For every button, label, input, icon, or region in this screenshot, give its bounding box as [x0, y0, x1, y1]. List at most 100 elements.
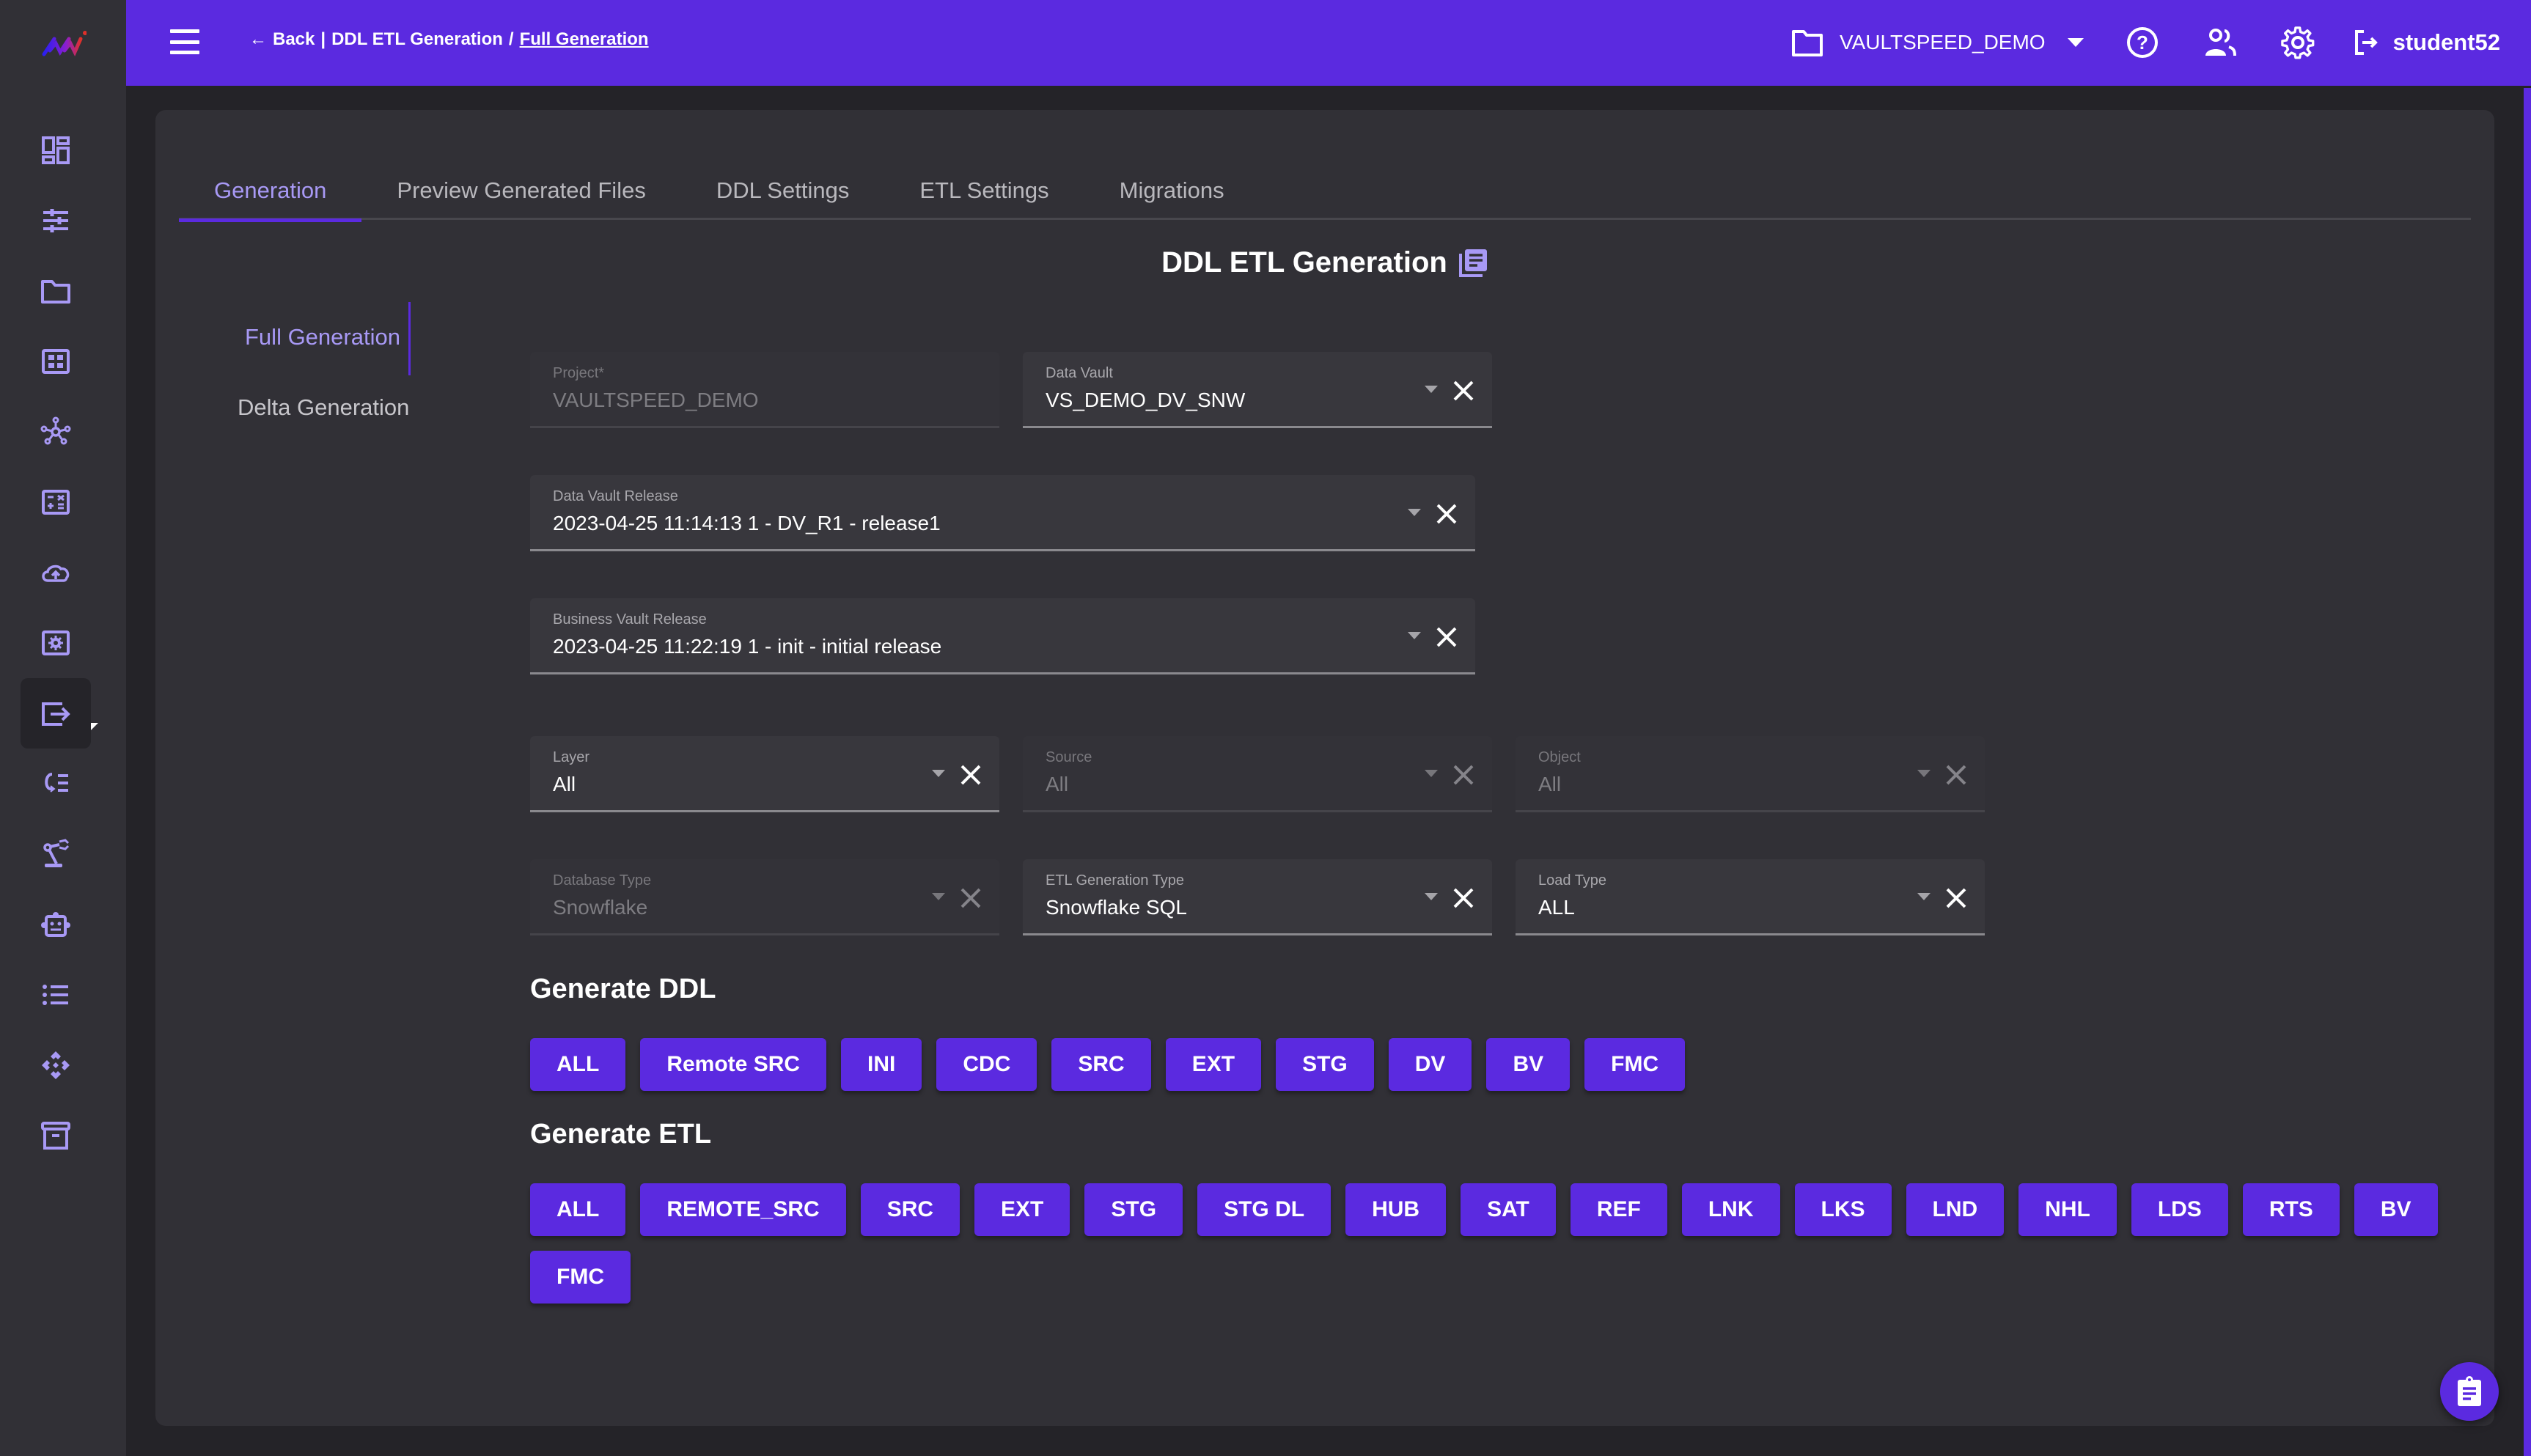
sidebar-nav: [0, 86, 126, 1456]
generate-ddl-fmc-button[interactable]: FMC: [1584, 1038, 1686, 1091]
layer-select[interactable]: Layer All: [530, 736, 999, 812]
sidebar-item-tune[interactable]: [21, 185, 91, 256]
data-vault-select[interactable]: Data Vault VS_DEMO_DV_SNW: [1023, 352, 1492, 428]
business-vault-release-select[interactable]: Business Vault Release 2023-04-25 11:22:…: [530, 598, 1475, 674]
tab-ddl-settings[interactable]: DDL Settings: [681, 161, 885, 220]
subnav-full-generation[interactable]: Full Generation: [245, 324, 400, 350]
generate-ddl-ini-button[interactable]: INI: [841, 1038, 922, 1091]
back-link[interactable]: ← Back: [249, 29, 315, 50]
subnav-delta-generation[interactable]: Delta Generation: [238, 394, 409, 421]
chevron-down-icon[interactable]: [1425, 893, 1438, 900]
generate-etl-stg-button[interactable]: STG: [1084, 1183, 1183, 1236]
generate-etl-ext-button[interactable]: EXT: [974, 1183, 1070, 1236]
generate-ddl-all-button[interactable]: ALL: [530, 1038, 626, 1091]
generate-etl-lds-button[interactable]: LDS: [2131, 1183, 2228, 1236]
generate-etl-src-button[interactable]: SRC: [860, 1183, 960, 1236]
clear-source-button: [1451, 762, 1476, 787]
tab-generation[interactable]: Generation: [179, 161, 362, 222]
vertical-scrollbar[interactable]: [2524, 88, 2531, 1456]
chevron-down-icon[interactable]: [1408, 509, 1421, 516]
sidebar-item-agents[interactable]: [21, 889, 91, 960]
sidebar-item-list[interactable]: [21, 960, 91, 1030]
sidebar-item-automation[interactable]: [21, 819, 91, 889]
generate-etl-nhl-button[interactable]: NHL: [2018, 1183, 2117, 1236]
sidebar-item-dashboard[interactable]: [21, 115, 91, 185]
subnav-active-indicator: [408, 302, 411, 375]
generate-etl-ref-button[interactable]: REF: [1570, 1183, 1667, 1236]
generate-etl-all-button[interactable]: ALL: [530, 1183, 626, 1236]
clear-etl-generation-type-button[interactable]: [1451, 886, 1476, 911]
calculator-icon: [42, 490, 70, 515]
sidebar-item-upload[interactable]: [21, 537, 91, 608]
generate-ddl-title: Generate DDL: [530, 974, 716, 1004]
sidebar-item-ddl-etl-generation[interactable]: [21, 678, 91, 749]
generate-etl-lks-button[interactable]: LKS: [1794, 1183, 1892, 1236]
top-app-bar: ← Back | DDL ETL Generation / Full Gener…: [0, 0, 2531, 86]
data-vault-label: Data Vault: [1046, 365, 1113, 381]
hub-icon: [40, 416, 71, 445]
folder-icon: [41, 280, 70, 304]
generate-ddl-bv-button[interactable]: BV: [1486, 1038, 1571, 1091]
sidebar-item-grid[interactable]: [21, 326, 91, 397]
tab-migrations[interactable]: Migrations: [1084, 161, 1260, 220]
generate-ddl-stg-button[interactable]: STG: [1276, 1038, 1374, 1091]
menu-icon[interactable]: [170, 29, 199, 54]
tab-etl-settings[interactable]: ETL Settings: [884, 161, 1084, 220]
generate-etl-rts-button[interactable]: RTS: [2242, 1183, 2340, 1236]
app-logo[interactable]: [0, 0, 126, 86]
breadcrumb-slash: /: [508, 29, 514, 49]
etl-generation-type-select[interactable]: ETL Generation Type Snowflake SQL: [1023, 859, 1492, 935]
generate-ddl-cdc-button[interactable]: CDC: [936, 1038, 1037, 1091]
project-field: Project* VAULTSPEED_DEMO: [530, 352, 999, 428]
sidebar-item-components[interactable]: [21, 1030, 91, 1100]
chevron-down-icon[interactable]: [1917, 893, 1931, 900]
chevron-down-icon[interactable]: [1425, 386, 1438, 393]
breadcrumb-current[interactable]: Full Generation: [520, 29, 649, 50]
clear-layer-button[interactable]: [958, 762, 983, 787]
object-value: All: [1538, 773, 1562, 795]
generate-ddl-ext-button[interactable]: EXT: [1165, 1038, 1262, 1091]
page-title-wrap: DDL ETL Generation: [155, 246, 2494, 279]
arrow-left-icon: ←: [249, 29, 267, 49]
sidebar-item-workflow[interactable]: [21, 749, 91, 819]
generate-etl-fmc-button[interactable]: FMC: [530, 1251, 631, 1304]
settings-button[interactable]: [2276, 21, 2320, 65]
generate-etl-bv-button[interactable]: BV: [2354, 1183, 2438, 1236]
clear-business-vault-release-button[interactable]: [1434, 625, 1459, 650]
users-button[interactable]: [2198, 21, 2242, 65]
generate-etl-lnd-button[interactable]: LND: [1906, 1183, 2005, 1236]
sidebar-item-settings-box[interactable]: [21, 608, 91, 678]
chevron-down-icon[interactable]: [1408, 632, 1421, 639]
user-menu[interactable]: student52: [2354, 29, 2500, 56]
sidebar-item-hub[interactable]: [21, 397, 91, 467]
sidebar-item-projects[interactable]: [21, 256, 91, 326]
grid-icon: [42, 349, 70, 374]
generate-ddl-dv-button[interactable]: DV: [1388, 1038, 1472, 1091]
generate-etl-remote-src-button[interactable]: REMOTE_SRC: [640, 1183, 846, 1236]
close-icon: [960, 888, 981, 908]
clear-data-vault-button[interactable]: [1451, 378, 1476, 403]
library-books-icon[interactable]: [1458, 248, 1488, 279]
clear-load-type-button[interactable]: [1944, 886, 1969, 911]
generate-etl-sat-button[interactable]: SAT: [1461, 1183, 1556, 1236]
generate-etl-hub-button[interactable]: HUB: [1345, 1183, 1447, 1236]
tab-preview-generated-files[interactable]: Preview Generated Files: [361, 161, 680, 220]
chevron-down-icon[interactable]: [932, 770, 945, 777]
clear-object-button: [1944, 762, 1969, 787]
project-selector[interactable]: VAULTSPEED_DEMO: [1791, 28, 2084, 57]
generate-ddl-remote-src-button[interactable]: Remote SRC: [640, 1038, 827, 1091]
generate-ddl-buttons: ALL Remote SRC INI CDC SRC EXT STG DV BV FMC: [530, 1038, 2510, 1091]
generate-ddl-src-button[interactable]: SRC: [1051, 1038, 1151, 1091]
help-button[interactable]: ?: [2120, 21, 2164, 65]
data-vault-release-select[interactable]: Data Vault Release 2023-04-25 11:14:13 1…: [530, 475, 1475, 551]
generate-etl-stg-dl-button[interactable]: STG DL: [1197, 1183, 1331, 1236]
generate-etl-lnk-button[interactable]: LNK: [1681, 1183, 1780, 1236]
username: student52: [2392, 29, 2500, 55]
clear-data-vault-release-button[interactable]: [1434, 501, 1459, 526]
source-value: All: [1046, 773, 1069, 795]
load-type-select[interactable]: Load Type ALL: [1516, 859, 1985, 935]
robot-icon: [41, 912, 70, 937]
sidebar-item-archive[interactable]: [21, 1100, 91, 1171]
notes-fab-button[interactable]: [2440, 1362, 2499, 1421]
sidebar-item-calculator[interactable]: [21, 467, 91, 537]
